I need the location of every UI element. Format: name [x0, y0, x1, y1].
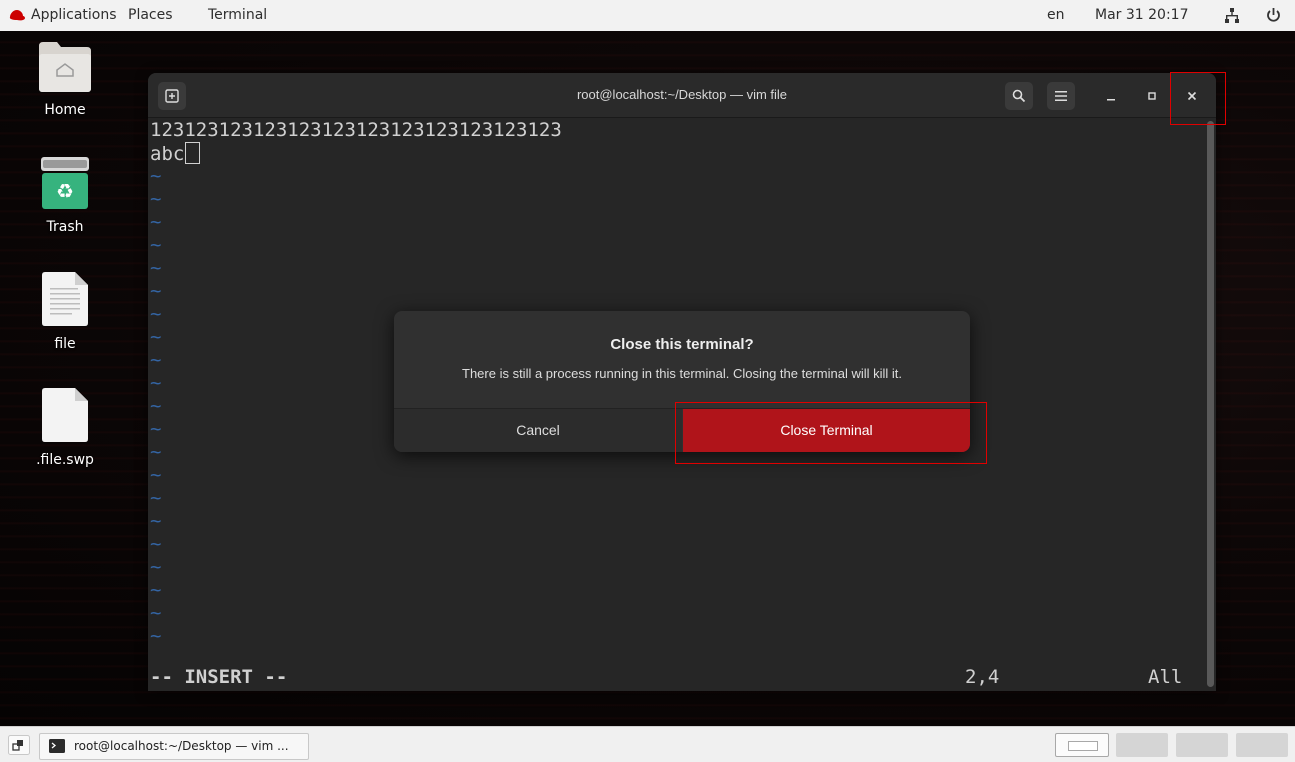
vim-empty-line-tilde: ~: [150, 533, 162, 555]
maximize-icon: [1148, 92, 1156, 100]
vim-empty-line-tilde: ~: [150, 487, 162, 509]
highlight-close-terminal: [675, 402, 987, 464]
vim-empty-line-tilde: ~: [150, 556, 162, 578]
applications-menu[interactable]: Applications: [31, 0, 117, 31]
desktop-icon-label: Trash: [46, 219, 84, 235]
power-icon[interactable]: [1266, 7, 1281, 23]
workspace-1[interactable]: [1055, 733, 1109, 757]
taskbar-item-terminal[interactable]: root@localhost:~/Desktop — vim ...: [39, 733, 309, 760]
vim-empty-line-tilde: ~: [150, 257, 162, 279]
buffer-line-1: 123123123123123123123123123123123123: [150, 119, 562, 141]
vim-empty-line-tilde: ~: [150, 464, 162, 486]
taskbar-item-label: root@localhost:~/Desktop — vim ...: [74, 739, 289, 753]
terminal-app-menu[interactable]: Terminal: [208, 0, 267, 31]
blank-file-icon: [42, 388, 88, 442]
svg-text:♻: ♻: [56, 179, 74, 203]
highlight-close-window: [1170, 72, 1226, 125]
clock[interactable]: Mar 31 20:17: [1095, 0, 1188, 31]
desktop-icon-swp[interactable]: .file.swp: [20, 388, 110, 468]
text-file-icon: [42, 272, 88, 326]
search-icon: [1012, 89, 1026, 103]
trash-icon: ♻: [41, 157, 89, 209]
vim-empty-line-tilde: ~: [150, 441, 162, 463]
workspace-4[interactable]: [1236, 733, 1288, 757]
vim-empty-line-tilde: ~: [150, 602, 162, 624]
buffer-line-2: abc: [150, 142, 201, 165]
top-bar: Applications Places Terminal en Mar 31 2…: [0, 0, 1295, 31]
terminal-header-bar: root@localhost:~/Desktop — vim file: [148, 73, 1216, 118]
vim-empty-line-tilde: ~: [150, 395, 162, 417]
vim-empty-line-tilde: ~: [150, 372, 162, 394]
desktop-icon-label: Home: [44, 102, 86, 118]
workspace-2[interactable]: [1116, 733, 1168, 757]
minimize-button[interactable]: [1097, 82, 1125, 110]
minimize-icon: [1107, 99, 1115, 101]
show-desktop-icon[interactable]: [8, 735, 30, 755]
home-folder-icon: [39, 42, 91, 92]
vim-empty-line-tilde: ~: [150, 418, 162, 440]
terminal-icon: [49, 739, 65, 753]
vim-empty-line-tilde: ~: [150, 510, 162, 532]
vim-empty-line-tilde: ~: [150, 349, 162, 371]
hamburger-menu-icon: [1055, 91, 1067, 101]
vim-mode-indicator: -- INSERT --: [150, 666, 288, 688]
desktop-icon-trash[interactable]: ♻ Trash: [20, 157, 110, 235]
buffer-line-2-text: abc: [150, 143, 185, 165]
text-cursor: [185, 142, 201, 164]
vim-empty-line-tilde: ~: [150, 280, 162, 302]
vim-empty-line-tilde: ~: [150, 165, 162, 187]
desktop-icon-file[interactable]: file: [20, 272, 110, 352]
vim-scroll-indicator: All: [1148, 666, 1183, 688]
vim-empty-line-tilde: ~: [150, 303, 162, 325]
desktop-icon-home[interactable]: Home: [20, 42, 110, 118]
dialog-title: Close this terminal?: [610, 336, 754, 353]
search-button[interactable]: [1005, 82, 1033, 110]
language-indicator[interactable]: en: [1047, 0, 1065, 31]
maximize-button[interactable]: [1138, 82, 1166, 110]
vim-empty-line-tilde: ~: [150, 234, 162, 256]
cancel-button[interactable]: Cancel: [394, 409, 682, 452]
dialog-message: There is still a process running in this…: [462, 366, 902, 381]
desktop-icon-label: .file.swp: [36, 452, 94, 468]
vim-cursor-position: 2,4: [965, 666, 1000, 688]
vim-empty-line-tilde: ~: [150, 625, 162, 647]
places-menu[interactable]: Places: [128, 0, 173, 31]
bottom-panel: root@localhost:~/Desktop — vim ...: [0, 726, 1295, 762]
network-icon[interactable]: [1225, 8, 1239, 23]
vim-empty-line-tilde: ~: [150, 188, 162, 210]
vim-empty-line-tilde: ~: [150, 579, 162, 601]
desktop-icon-label: file: [54, 336, 76, 352]
vim-empty-line-tilde: ~: [150, 326, 162, 348]
workspace-3[interactable]: [1176, 733, 1228, 757]
vim-empty-line-tilde: ~: [150, 211, 162, 233]
redhat-logo-icon: [9, 10, 25, 21]
menu-button[interactable]: [1047, 82, 1075, 110]
terminal-scrollbar[interactable]: [1207, 121, 1214, 687]
